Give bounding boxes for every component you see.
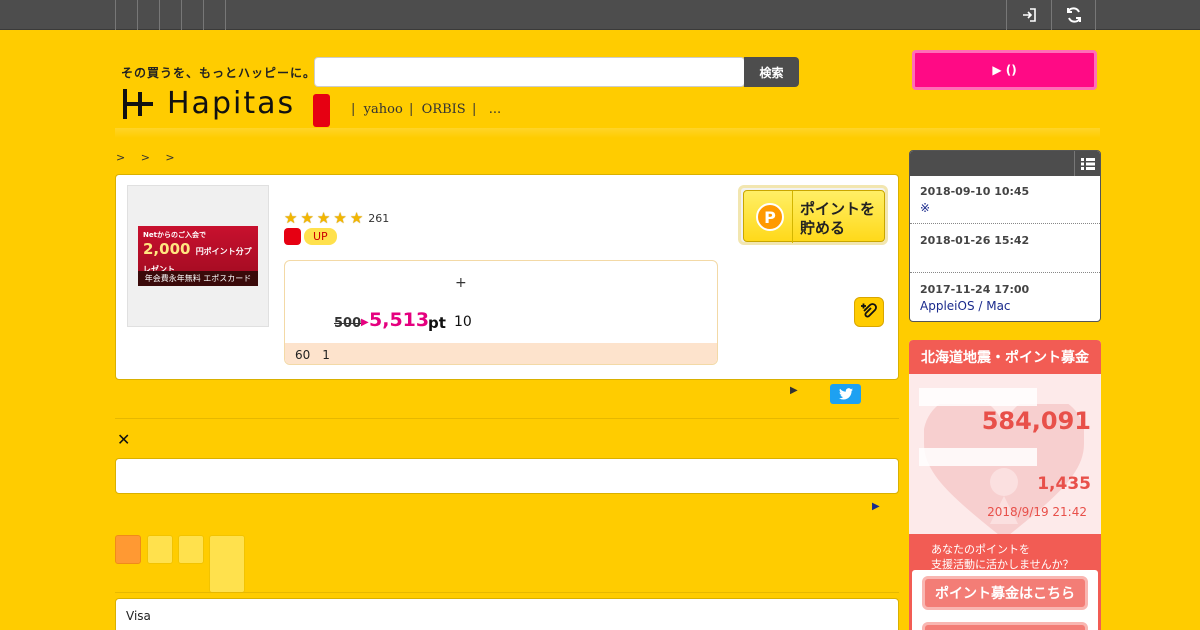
save-points-button[interactable]: P ポイントを 貯める — [738, 185, 888, 245]
search-input[interactable] — [314, 57, 745, 87]
donation-title: 北海道地震・ポイント募金 — [909, 340, 1101, 374]
donation-button-area: ポイント募金はこちら — [912, 570, 1098, 630]
red-tag — [313, 94, 330, 127]
news-item[interactable]: 2017-11-24 17:00 AppleiOS / Mac — [910, 283, 1100, 321]
red-badge — [284, 228, 301, 245]
donation-stats: 584,091 1,435 2018/9/19 21:42 — [909, 374, 1101, 534]
toolbar-divider — [181, 0, 182, 30]
toolbar-divider — [225, 0, 226, 30]
multiplier: 10 — [454, 314, 472, 330]
star-icon: ★ — [300, 209, 314, 227]
keyword-label[interactable]: ORBIS — [422, 102, 466, 117]
tab[interactable] — [209, 535, 245, 593]
refresh-icon — [1066, 7, 1081, 23]
epos-card-banner: Netからのご入会で 2,000 円ポイント分プレゼント 年会費永年無料 エポス… — [138, 226, 258, 286]
close-icon[interactable]: ✕ — [117, 430, 130, 449]
news-date: 2018-01-26 15:42 — [920, 234, 1030, 247]
list-view-button[interactable] — [1074, 151, 1100, 176]
donation-updated: 2018/9/19 21:42 — [987, 505, 1087, 519]
save-points-label: ポイントを 貯める — [800, 200, 876, 237]
points-unit: pt — [428, 314, 446, 332]
keyword-link[interactable]: | ... — [472, 102, 501, 117]
rating: ★ ★ ★ ★ ★ 261 — [284, 209, 389, 227]
detail-arrow-link[interactable]: ▶ — [790, 385, 798, 396]
section-divider — [115, 418, 899, 419]
toolbar-divider — [137, 0, 138, 30]
tagline: その買うを、もっとハッピーに。 — [121, 66, 317, 80]
tab[interactable] — [147, 535, 173, 564]
twitter-icon — [838, 388, 853, 400]
toolbar-divider — [115, 0, 116, 30]
product-card: Netからのご入会で 2,000 円ポイント分プレゼント 年会費永年無料 エポス… — [115, 174, 899, 380]
login-icon — [1023, 8, 1036, 22]
total-donation-points: 584,091 — [981, 407, 1091, 435]
donation-footer: あなたのポイントを 支援活動に活かしませんか？ ポイント募金はこちら — [909, 534, 1101, 630]
point-p-icon: P — [756, 203, 784, 231]
search-button[interactable]: 検索 — [744, 57, 799, 87]
points-value: 5,513 — [369, 309, 430, 331]
keyword-label[interactable]: ... — [489, 102, 501, 117]
points-footer: 60 1 — [285, 343, 717, 364]
star-icon: ★ — [333, 209, 347, 227]
arrow-right-icon: ▶ — [361, 317, 369, 328]
banner-line1: Netからのご入会で — [143, 231, 206, 239]
header-divider — [115, 128, 1100, 138]
news-date: 2017-11-24 17:00 — [920, 283, 1030, 296]
keyword-label[interactable]: yahoo — [364, 102, 403, 117]
keyword-separator: | — [409, 102, 414, 117]
paperclip-plus-icon — [861, 303, 877, 318]
star-icon: ★ — [349, 209, 364, 227]
news-item[interactable]: 2018-09-10 10:45 ※ — [910, 185, 1100, 224]
news-title[interactable]: ※ — [920, 201, 1090, 215]
keyword-separator: | — [472, 102, 477, 117]
tab-active[interactable] — [115, 535, 141, 564]
tab[interactable] — [178, 535, 204, 564]
banner-line3: 年会費永年無料 エポスカード — [138, 271, 258, 286]
twitter-share-button[interactable] — [830, 384, 861, 404]
stat-label-bar — [919, 388, 1037, 406]
next-arrow-link[interactable]: ▶ — [872, 501, 880, 512]
donor-count: 1,435 — [1037, 474, 1091, 494]
donation-panel: 北海道地震・ポイント募金 584,091 1,435 2018/9/19 21:… — [909, 340, 1101, 630]
donation-ask: あなたのポイントを 支援活動に活かしませんか？ — [931, 543, 1074, 571]
product-thumbnail[interactable]: Netからのご入会で 2,000 円ポイント分プレゼント 年会費永年無料 エポス… — [127, 185, 269, 327]
login-button[interactable] — [1006, 0, 1051, 30]
news-date: 2018-09-10 10:45 — [920, 185, 1030, 198]
review-count: 261 — [368, 211, 390, 225]
keyword-link[interactable]: | ORBIS — [409, 102, 466, 117]
news-panel: 2018-09-10 10:45 ※ 2018-01-26 15:42 2017… — [909, 150, 1101, 322]
news-header — [910, 151, 1100, 176]
news-title[interactable]: AppleiOS / Mac — [920, 299, 1090, 313]
save-points-face: P ポイントを 貯める — [743, 190, 885, 243]
secondary-donate-button[interactable] — [922, 622, 1088, 630]
news-item[interactable]: 2018-01-26 15:42 — [910, 234, 1100, 273]
donate-button[interactable]: ポイント募金はこちら — [922, 576, 1088, 610]
star-icon: ★ — [316, 209, 331, 227]
payment-info: Visa — [115, 598, 899, 630]
plus-sign: + — [455, 275, 467, 291]
toolbar-divider — [203, 0, 204, 30]
payment-label: Visa — [126, 609, 151, 623]
button-divider — [792, 191, 793, 243]
keyword-separator: | — [351, 102, 356, 117]
toolbar-divider — [159, 0, 160, 30]
top-toolbar — [0, 0, 1200, 30]
points-box: + 500 ▶ 5,513 pt 10 60 1 — [284, 260, 718, 365]
banner-amount: 2,000 — [143, 240, 191, 258]
memo-field[interactable] — [115, 458, 899, 494]
up-badge: UP — [304, 228, 337, 245]
add-favorite-button[interactable] — [854, 297, 884, 327]
refresh-button[interactable] — [1051, 0, 1096, 30]
keyword-link[interactable]: | yahoo — [351, 102, 403, 117]
old-points: 500 — [334, 316, 362, 331]
star-icon: ★ — [284, 209, 298, 227]
stat-label-bar — [919, 448, 1037, 466]
cta-button[interactable]: ▶ () — [912, 50, 1097, 90]
grid-list-icon — [1080, 157, 1095, 170]
site-logo[interactable]: Hapitas — [121, 86, 295, 121]
section-divider — [115, 592, 899, 593]
breadcrumb: > > > — [116, 151, 181, 164]
hapitas-logo-icon — [123, 88, 153, 119]
logo-text: Hapitas — [167, 86, 296, 121]
